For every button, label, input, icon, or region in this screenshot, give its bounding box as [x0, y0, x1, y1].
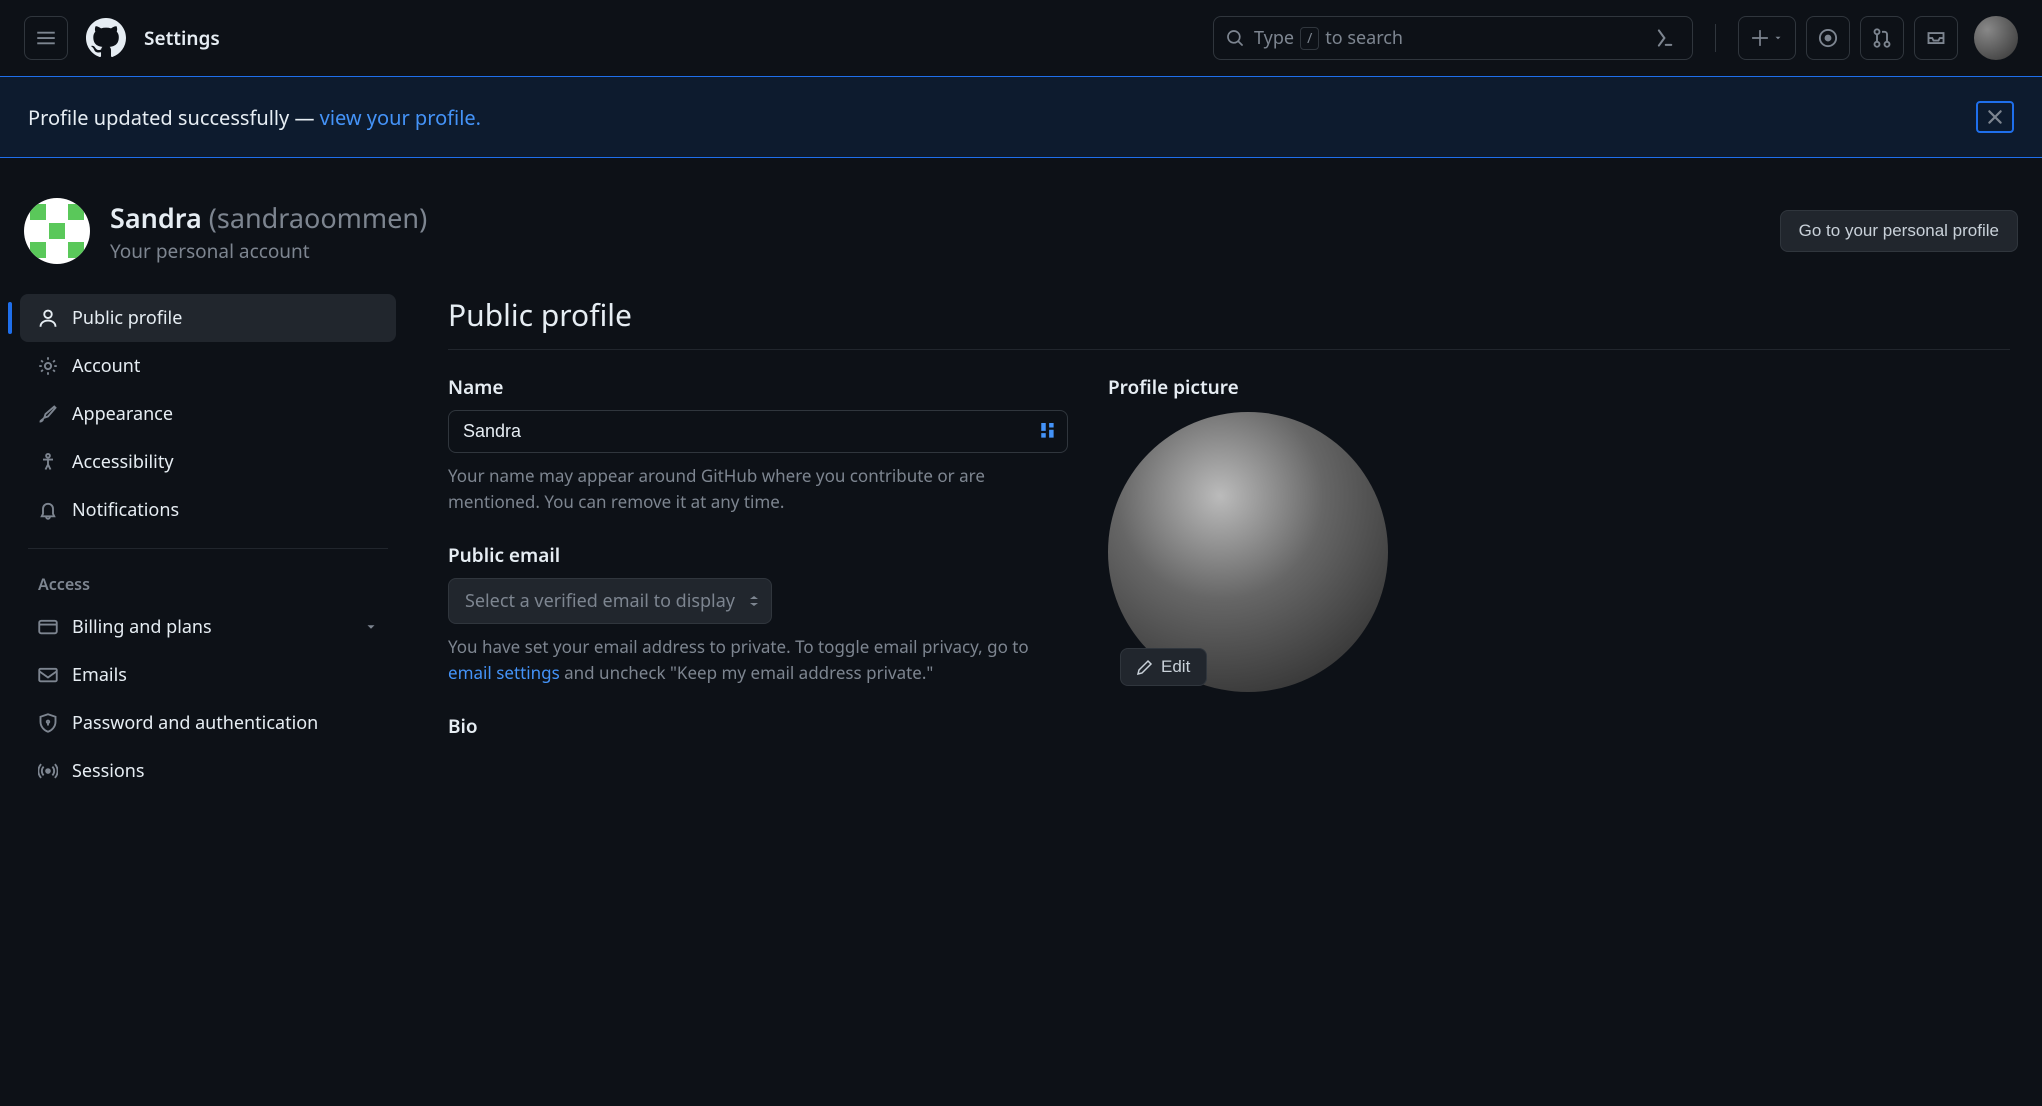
account-display-name: Sandra [110, 199, 202, 236]
shield-lock-icon [38, 713, 58, 733]
caret-down-icon [1773, 33, 1783, 43]
accessibility-icon [38, 452, 58, 472]
mail-icon [38, 665, 58, 685]
bio-label: Bio [448, 713, 1068, 739]
profile-picture-label: Profile picture [1108, 374, 1398, 400]
sidebar-item-public-profile[interactable]: Public profile [20, 294, 396, 342]
name-field-group: Name Your name may appear around GitHub … [448, 374, 1068, 514]
create-new-button[interactable] [1738, 16, 1796, 60]
bio-field-group: Bio [448, 713, 1068, 739]
issues-button[interactable] [1806, 16, 1850, 60]
sidebar-divider [28, 548, 388, 549]
sidebar-heading-access: Access [8, 563, 408, 603]
name-input[interactable] [448, 410, 1068, 453]
page-title: Settings [144, 25, 220, 51]
profile-picture-section: Profile picture Edit [1108, 374, 1398, 692]
bell-icon [38, 500, 58, 520]
sidebar-item-label: Emails [72, 663, 127, 687]
person-icon [38, 308, 58, 328]
issue-icon [1818, 28, 1838, 48]
email-help-text: You have set your email address to priva… [448, 634, 1068, 685]
notifications-button[interactable] [1914, 16, 1958, 60]
sidebar-item-billing[interactable]: Billing and plans [20, 603, 396, 651]
flash-text: Profile updated successfully — view your… [28, 104, 481, 131]
credit-card-icon [38, 617, 58, 637]
command-palette-button[interactable] [1646, 27, 1680, 49]
github-logo[interactable] [84, 16, 128, 60]
search-input[interactable]: Type / to search [1213, 16, 1693, 60]
edit-button-label: Edit [1161, 657, 1190, 677]
email-select[interactable]: Select a verified email to display [448, 578, 772, 624]
search-icon [1226, 29, 1244, 47]
email-field-group: Public email Select a verified email to … [448, 542, 1068, 685]
main-content: Public profile Name Your name may appear… [448, 294, 2034, 795]
sidebar-item-label: Sessions [72, 759, 145, 783]
app-header: Settings Type / to search [0, 0, 2042, 76]
sidebar-item-emails[interactable]: Emails [20, 651, 396, 699]
account-username: (sandraoommen) [209, 199, 427, 236]
settings-sidebar: Public profile Account Appearance Access… [8, 294, 408, 795]
sidebar-item-accessibility[interactable]: Accessibility [20, 438, 396, 486]
flash-view-profile-link[interactable]: view your profile. [320, 104, 481, 131]
flash-close-button[interactable] [1976, 101, 2014, 133]
input-suggestion-icon[interactable] [1040, 423, 1056, 441]
name-help-text: Your name may appear around GitHub where… [448, 463, 1068, 514]
command-icon [1652, 27, 1674, 49]
sidebar-item-label: Accessibility [72, 450, 174, 474]
gear-icon [38, 356, 58, 376]
account-header: Sandra (sandraoommen) Your personal acco… [0, 158, 2042, 294]
sidebar-item-label: Account [72, 354, 140, 378]
header-divider [1715, 24, 1716, 52]
account-name-line: Sandra (sandraoommen) [110, 199, 427, 236]
flash-banner: Profile updated successfully — view your… [0, 76, 2042, 158]
sidebar-item-label: Public profile [72, 306, 182, 330]
sidebar-item-password[interactable]: Password and authentication [20, 699, 396, 747]
chevron-down-icon [364, 620, 378, 634]
search-placeholder: Type / to search [1254, 26, 1636, 50]
close-icon [1986, 108, 2004, 126]
email-label: Public email [448, 542, 1068, 568]
sidebar-item-label: Notifications [72, 498, 179, 522]
go-to-profile-button[interactable]: Go to your personal profile [1780, 210, 2018, 252]
pull-request-icon [1872, 28, 1892, 48]
user-avatar-menu[interactable] [1974, 16, 2018, 60]
sidebar-item-label: Billing and plans [72, 615, 212, 639]
sidebar-item-appearance[interactable]: Appearance [20, 390, 396, 438]
broadcast-icon [38, 761, 58, 781]
pencil-icon [1137, 659, 1153, 675]
plus-icon [1751, 29, 1769, 47]
sidebar-item-label: Password and authentication [72, 711, 318, 735]
account-identicon[interactable] [24, 198, 90, 264]
sidebar-item-sessions[interactable]: Sessions [20, 747, 396, 795]
hamburger-menu-button[interactable] [24, 16, 68, 60]
hamburger-icon [36, 28, 56, 48]
inbox-icon [1926, 28, 1946, 48]
search-slash-badge: / [1300, 27, 1319, 50]
paintbrush-icon [38, 404, 58, 424]
sidebar-item-account[interactable]: Account [20, 342, 396, 390]
account-subtitle: Your personal account [110, 238, 427, 264]
section-title: Public profile [448, 294, 2010, 350]
name-label: Name [448, 374, 1068, 400]
email-settings-link[interactable]: email settings [448, 661, 560, 684]
sidebar-item-label: Appearance [72, 402, 173, 426]
pull-requests-button[interactable] [1860, 16, 1904, 60]
edit-picture-button[interactable]: Edit [1120, 648, 1207, 686]
sidebar-item-notifications[interactable]: Notifications [20, 486, 396, 534]
